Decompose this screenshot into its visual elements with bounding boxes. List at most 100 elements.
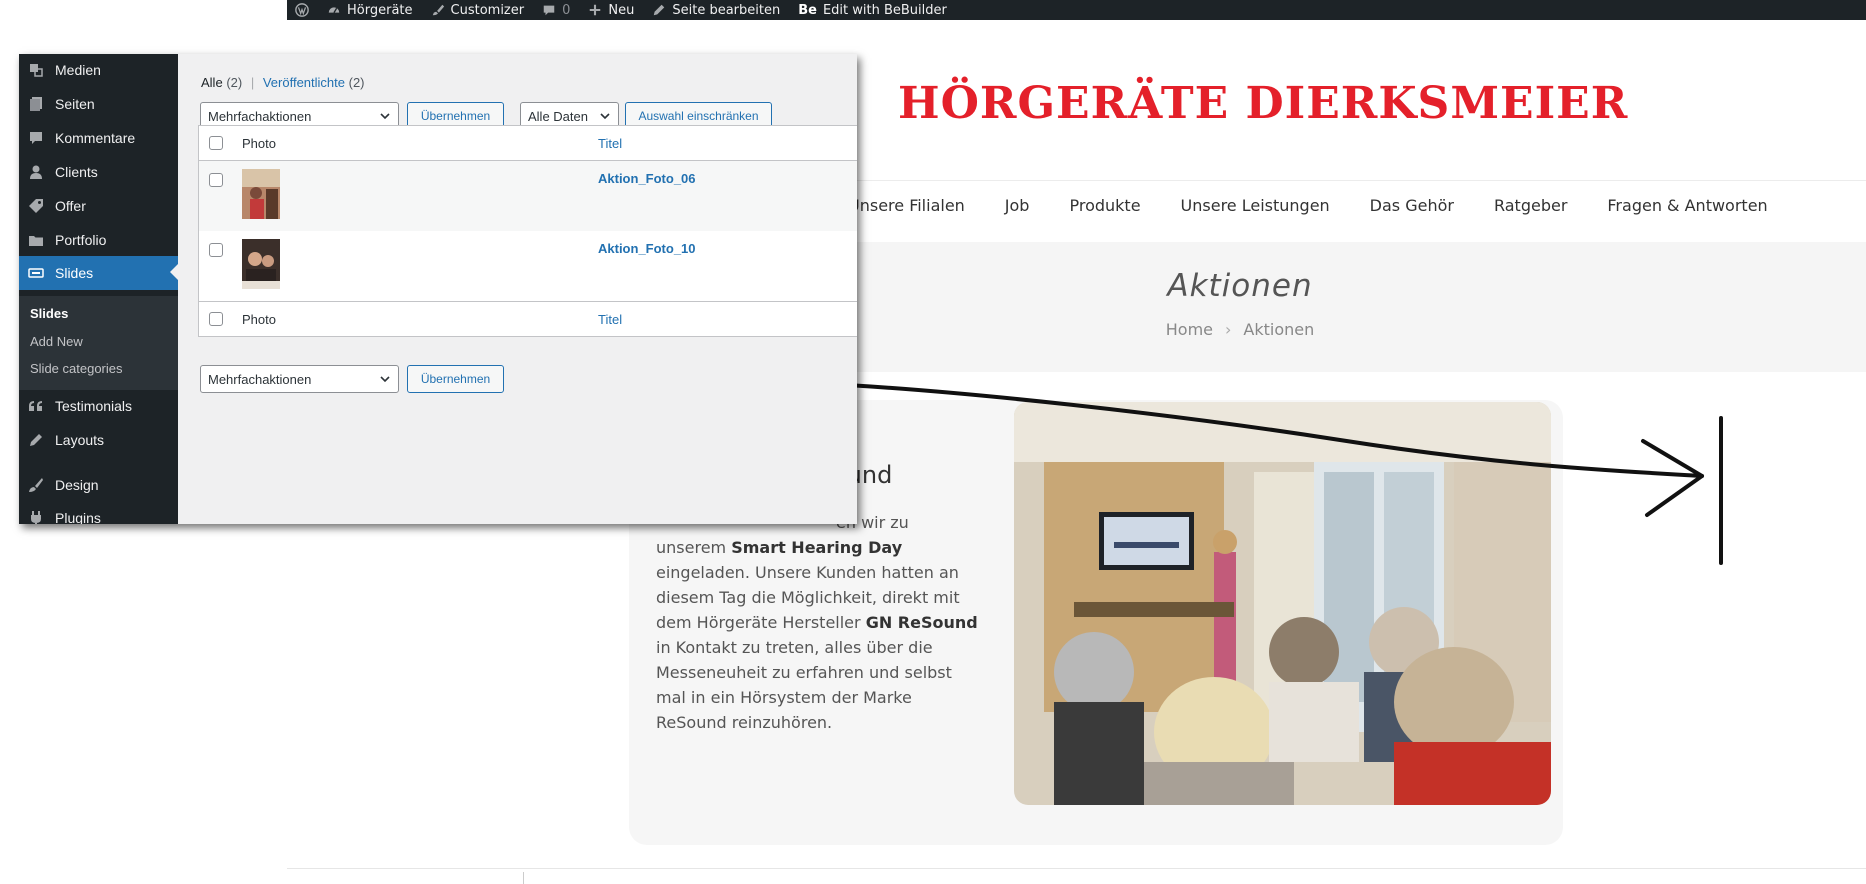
admin-bar-bebuilder[interactable]: Be Edit with BeBuilder	[798, 3, 947, 18]
row-title-link[interactable]: Aktion_Foto_10	[598, 241, 696, 256]
pencil-icon	[28, 432, 44, 448]
admin-main: Alle (2) | Veröffentlichte (2) Mehrfacha…	[178, 54, 857, 524]
filter-all-count: (2)	[226, 75, 243, 90]
page-title-band	[857, 242, 1866, 372]
row-checkbox[interactable]	[209, 243, 223, 257]
bulk-actions-value: Mehrfachaktionen	[208, 371, 312, 387]
sidebar-item-label: Testimonials	[55, 398, 133, 414]
sidebar-item-label: Design	[55, 477, 99, 493]
breadcrumb-home[interactable]: Home	[1166, 320, 1213, 339]
brush-icon	[28, 477, 44, 493]
date-filter-value: Alle Daten	[528, 108, 588, 124]
column-header-photo: Photo	[242, 136, 276, 151]
apply-button-bottom[interactable]: Übernehmen	[407, 365, 504, 393]
admin-bar-edit-page[interactable]: Seite bearbeiten	[652, 3, 780, 18]
event-photo	[1014, 402, 1551, 805]
select-all-checkbox-footer[interactable]	[209, 312, 223, 326]
nav-item-job[interactable]: Job	[1005, 196, 1030, 226]
table-row: Aktion_Foto_06	[199, 161, 857, 231]
sidebar-item-label: Seiten	[55, 96, 95, 112]
sidebar-item-offer[interactable]: Offer	[19, 190, 178, 222]
nav-item-fragen-antworten[interactable]: Fragen & Antworten	[1607, 196, 1767, 226]
clients-icon	[28, 164, 44, 180]
breadcrumb: Home › Aktionen	[1000, 320, 1480, 339]
slides-icon	[28, 265, 44, 281]
site-navigation: Unsere Filialen Job Produkte Unsere Leis…	[848, 196, 1768, 226]
table-header: Photo Titel	[199, 126, 857, 161]
row-title-link[interactable]: Aktion_Foto_06	[598, 171, 696, 186]
sidebar-item-label: Plugins	[55, 510, 101, 524]
plugin-icon	[28, 510, 44, 524]
chevron-down-icon	[600, 113, 610, 120]
sidebar-item-design[interactable]: Design	[19, 469, 178, 501]
admin-bar-comments[interactable]: 0	[542, 3, 570, 18]
portfolio-icon	[28, 232, 44, 248]
sidebar-item-medien[interactable]: Medien	[19, 54, 178, 86]
footer-divider-tick	[523, 872, 524, 884]
admin-bar-new-label: Neu	[608, 2, 635, 18]
dashboard-icon	[328, 7, 340, 13]
status-filters: Alle (2) | Veröffentlichte (2)	[201, 75, 365, 90]
sidebar-item-portfolio[interactable]: Portfolio	[19, 224, 178, 256]
column-footer-title[interactable]: Titel	[598, 312, 622, 327]
brush-icon	[432, 4, 444, 16]
admin-bar-new[interactable]: Neu	[588, 3, 634, 18]
table-row: Aktion_Foto_10	[199, 231, 857, 301]
footer-divider	[287, 868, 1866, 869]
row-checkbox[interactable]	[209, 173, 223, 187]
breadcrumb-separator: ›	[1225, 320, 1232, 339]
sidebar-item-seiten[interactable]: Seiten	[19, 88, 178, 120]
card-text-3: in Kontakt zu treten, alles über die Mes…	[656, 638, 952, 732]
nav-item-unsere-filialen[interactable]: Unsere Filialen	[848, 196, 965, 226]
page-title: Aktionen	[1167, 268, 1313, 304]
admin-bar-site[interactable]: Hörgeräte	[327, 3, 413, 18]
chevron-down-icon	[380, 113, 390, 120]
bulk-actions-select-bottom[interactable]: Mehrfachaktionen	[200, 365, 399, 393]
nav-item-ratgeber[interactable]: Ratgeber	[1494, 196, 1567, 226]
admin-bar: Hörgeräte Customizer 0 Neu Seite bearbei…	[287, 0, 1866, 20]
pencil-icon	[654, 4, 665, 16]
slides-submenu: Slides Add New Slide categories	[19, 296, 178, 390]
card-text-1: unserem	[656, 538, 732, 557]
sidebar-item-layouts[interactable]: Layouts	[19, 424, 178, 456]
row-thumbnail[interactable]	[242, 169, 280, 219]
filter-published-count: (2)	[348, 75, 365, 90]
column-header-title[interactable]: Titel	[598, 136, 622, 151]
sidebar-item-plugins[interactable]: Plugins	[19, 502, 178, 524]
nav-item-unsere-leistungen[interactable]: Unsere Leistungen	[1181, 196, 1330, 226]
submenu-item-add-new[interactable]: Add New	[30, 334, 83, 349]
admin-bar-customizer-label: Customizer	[450, 2, 525, 18]
bulk-actions-value: Mehrfachaktionen	[208, 108, 312, 124]
card-text: en wir zu unserem Smart Hearing Day eing…	[656, 510, 986, 735]
card-text-bold-2: GN ReSound	[865, 613, 978, 632]
admin-bar-customizer[interactable]: Customizer	[431, 2, 525, 18]
sidebar-item-label: Kommentare	[55, 130, 136, 146]
quote-icon	[28, 398, 44, 414]
submenu-item-slide-categories[interactable]: Slide categories	[30, 361, 123, 376]
tag-icon	[28, 198, 44, 214]
breadcrumb-current: Aktionen	[1243, 320, 1315, 339]
admin-bar-bebuilder-label: Edit with BeBuilder	[822, 2, 947, 18]
row-thumbnail[interactable]	[242, 239, 280, 289]
nav-item-produkte[interactable]: Produkte	[1069, 196, 1140, 226]
comment-icon	[543, 5, 555, 16]
sidebar-item-label: Slides	[55, 265, 94, 281]
slides-table: Photo Titel Aktion_Foto_06 Aktion_Foto_1…	[198, 125, 857, 337]
nav-item-das-gehoer[interactable]: Das Gehör	[1370, 196, 1454, 226]
submenu-item-slides[interactable]: Slides	[30, 306, 68, 321]
sidebar-item-slides[interactable]: Slides	[19, 256, 178, 290]
admin-bar-site-name: Hörgeräte	[347, 2, 413, 18]
sidebar-item-clients[interactable]: Clients	[19, 156, 178, 188]
bebuilder-icon: Be	[798, 2, 817, 18]
admin-sidebar: Medien Seiten Kommentare Clients Offer P…	[19, 54, 178, 524]
wordpress-logo-icon[interactable]	[295, 3, 309, 17]
sidebar-item-label: Portfolio	[55, 232, 107, 248]
sidebar-item-label: Medien	[55, 62, 101, 78]
filter-all[interactable]: Alle	[201, 75, 223, 90]
select-all-checkbox[interactable]	[209, 136, 223, 150]
sidebar-item-kommentare[interactable]: Kommentare	[19, 122, 178, 154]
site-logo[interactable]: HÖRGERÄTE DIERKSMEIER	[898, 78, 1627, 129]
media-icon	[28, 62, 44, 78]
sidebar-item-testimonials[interactable]: Testimonials	[19, 390, 178, 422]
filter-published[interactable]: Veröffentlichte	[263, 75, 345, 90]
